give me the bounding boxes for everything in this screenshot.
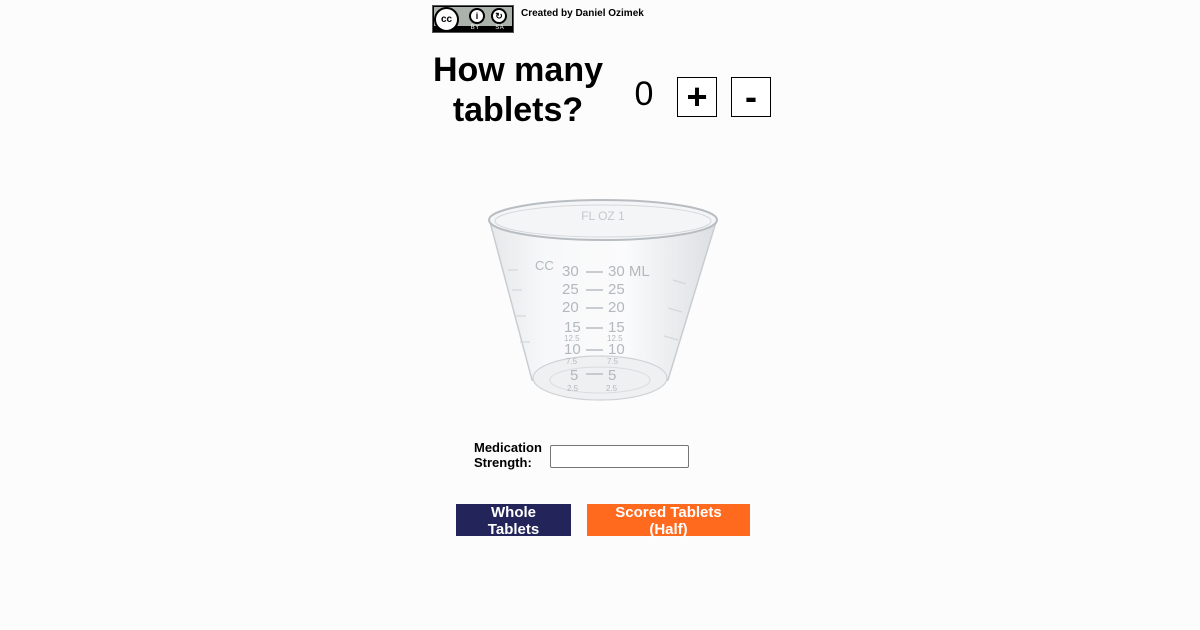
scored-tablets-button[interactable]: Scored Tablets (Half) [587, 504, 750, 538]
medicine-cup-icon: FL OZ 1 CC 30 25 20 15 12.5 10 7.5 5 2.5… [488, 199, 718, 401]
decrement-button[interactable]: - [731, 77, 771, 117]
cc-sa-label: SA [495, 25, 505, 31]
medication-strength-label: Medication Strength: [474, 440, 542, 470]
cup-scale-25-left: 25 [562, 281, 579, 298]
tablet-count: 0 [634, 75, 654, 113]
cup-scale-10-left: 10 [564, 341, 581, 358]
cup-scale-10-right: 10 [608, 341, 625, 358]
medication-strength-input[interactable] [550, 445, 689, 468]
cup-scale-20-left: 20 [562, 299, 579, 316]
cup-scale-2-5-left: 2.5 [567, 384, 579, 393]
cc-icon-text: cc [440, 14, 453, 25]
cup-scale-2-5-right: 2.5 [606, 384, 618, 393]
cup-scale-7-5-right: 7.5 [607, 357, 619, 366]
cup-scale-25-right: 25 [608, 281, 625, 298]
cup-scale-5-right: 5 [608, 367, 616, 384]
page: cc i ↻ BY SA Created by Daniel Ozimek Ho… [0, 0, 1200, 630]
cup-scale-30-right: 30 ML [608, 263, 650, 280]
cup-scale-30-left: 30 [562, 263, 579, 280]
page-title: How many tablets? [432, 51, 604, 129]
cup-scale-7-5-left: 7.5 [566, 357, 578, 366]
cc-license-badge[interactable]: cc i ↻ BY SA [432, 5, 514, 33]
medicine-cup-image: FL OZ 1 CC 30 25 20 15 12.5 10 7.5 5 2.5… [478, 190, 728, 415]
share-alike-icon: ↻ [491, 8, 507, 24]
increment-button[interactable]: + [677, 77, 717, 117]
cc-badge-labels: BY SA [463, 25, 512, 31]
author-credit: Created by Daniel Ozimek [521, 8, 644, 19]
cup-top-marks: FL OZ 1 [581, 209, 625, 223]
cc-icon: cc [434, 7, 459, 32]
cc-by-label: BY [470, 25, 480, 31]
whole-tablets-button[interactable]: Whole Tablets [456, 504, 571, 538]
cup-scale-5-left: 5 [570, 367, 578, 384]
attribution-icon: i [469, 8, 485, 24]
cup-scale-20-right: 20 [608, 299, 625, 316]
cup-scale-cc: CC [535, 258, 554, 273]
